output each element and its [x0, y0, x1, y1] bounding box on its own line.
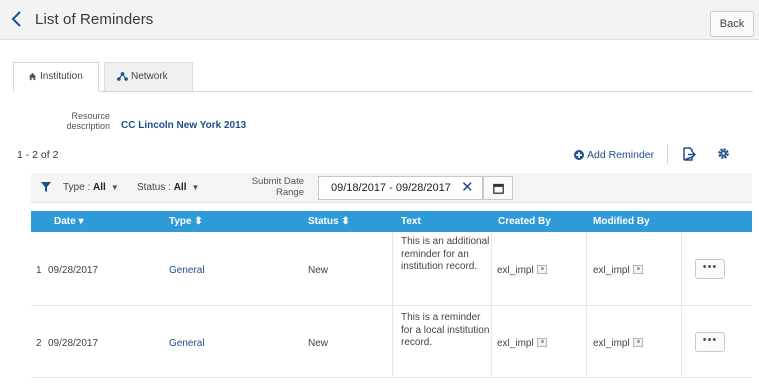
- gear-icon[interactable]: [717, 147, 730, 160]
- column-modified-by: Modified By: [593, 216, 650, 227]
- tab-institution-label: Institution: [40, 71, 83, 82]
- sort-down-icon: ▾: [78, 216, 84, 227]
- user-icon[interactable]: [536, 265, 547, 274]
- row-actions-button[interactable]: •••: [695, 259, 725, 279]
- caret-down-icon: ▼: [191, 183, 200, 192]
- tab-network-label: Network: [131, 71, 168, 82]
- results-count: 1 - 2 of 2: [17, 149, 59, 161]
- home-icon: [28, 72, 37, 80]
- column-date[interactable]: Date ▾: [54, 211, 84, 232]
- status-filter-label: Status :: [137, 182, 171, 193]
- tab-institution[interactable]: Institution: [13, 62, 99, 92]
- tab-divider: [13, 91, 753, 92]
- row-actions-button[interactable]: •••: [695, 332, 725, 352]
- row-number: 1: [36, 265, 42, 276]
- column-created-by: Created By: [498, 216, 551, 227]
- created-by-value: exl_impl: [497, 265, 534, 276]
- resource-label: Resource description: [66, 111, 110, 131]
- export-icon[interactable]: [682, 147, 696, 161]
- filter-icon: [41, 182, 51, 192]
- caret-down-icon: ▼: [110, 183, 119, 192]
- plus-circle-icon: [574, 150, 584, 160]
- column-divider: [681, 232, 682, 378]
- date-cell: 09/28/2017: [48, 338, 99, 349]
- column-divider: [392, 232, 393, 378]
- column-status[interactable]: Status ⬍: [308, 211, 350, 232]
- text-cell: This is an additional reminder for an in…: [401, 236, 490, 272]
- column-status-label: Status: [308, 216, 339, 227]
- calendar-icon: [493, 183, 504, 194]
- modified-by-value: exl_impl: [593, 265, 630, 276]
- column-text: Text: [401, 216, 421, 227]
- type-link[interactable]: General: [169, 265, 205, 276]
- type-link[interactable]: General: [169, 338, 205, 349]
- type-filter-label: Type :: [63, 182, 91, 193]
- page-title: List of Reminders: [35, 11, 154, 28]
- column-date-label: Date: [54, 216, 76, 227]
- status-filter-value: All: [173, 182, 187, 193]
- add-reminder-label: Add Reminder: [587, 149, 655, 161]
- calendar-button[interactable]: [483, 176, 513, 200]
- type-filter[interactable]: Type : All ▼: [63, 182, 119, 193]
- column-type[interactable]: Type ⬍: [169, 211, 203, 232]
- modified-by-value: exl_impl: [593, 338, 630, 349]
- back-button[interactable]: Back: [710, 11, 754, 37]
- sort-icon: ⬍: [341, 216, 350, 227]
- modified-by-cell: exl_impl: [593, 338, 643, 349]
- resource-value: CC Lincoln New York 2013: [121, 120, 247, 131]
- toolbar-divider: [667, 144, 668, 164]
- created-by-value: exl_impl: [497, 338, 534, 349]
- user-icon[interactable]: [632, 265, 643, 274]
- more-icon: •••: [702, 261, 718, 273]
- date-cell: 09/28/2017: [48, 265, 99, 276]
- column-type-label: Type: [169, 216, 192, 227]
- modified-by-cell: exl_impl: [593, 265, 643, 276]
- tab-network[interactable]: Network: [104, 62, 193, 92]
- row-number: 2: [36, 338, 42, 349]
- date-range-input[interactable]: 09/18/2017 - 09/28/2017: [318, 176, 483, 200]
- user-icon[interactable]: [632, 338, 643, 347]
- more-icon: •••: [702, 334, 718, 346]
- created-by-cell: exl_impl: [497, 265, 547, 276]
- status-cell: New: [308, 265, 329, 276]
- submit-date-label: Submit Date Range: [251, 176, 304, 198]
- add-reminder-button[interactable]: Add Reminder: [574, 149, 654, 161]
- clear-icon[interactable]: ✕: [461, 180, 474, 195]
- text-cell: This is a reminder for a local instituti…: [401, 312, 490, 348]
- status-filter[interactable]: Status : All ▼: [137, 182, 199, 193]
- type-filter-value: All: [93, 182, 106, 193]
- sort-icon: ⬍: [194, 216, 203, 227]
- column-divider: [586, 232, 587, 378]
- status-cell: New: [308, 338, 329, 349]
- network-icon: [117, 72, 128, 81]
- created-by-cell: exl_impl: [497, 338, 547, 349]
- user-icon[interactable]: [536, 338, 547, 347]
- page-header: List of Reminders Back: [0, 0, 759, 40]
- chevron-left-icon[interactable]: [10, 9, 24, 29]
